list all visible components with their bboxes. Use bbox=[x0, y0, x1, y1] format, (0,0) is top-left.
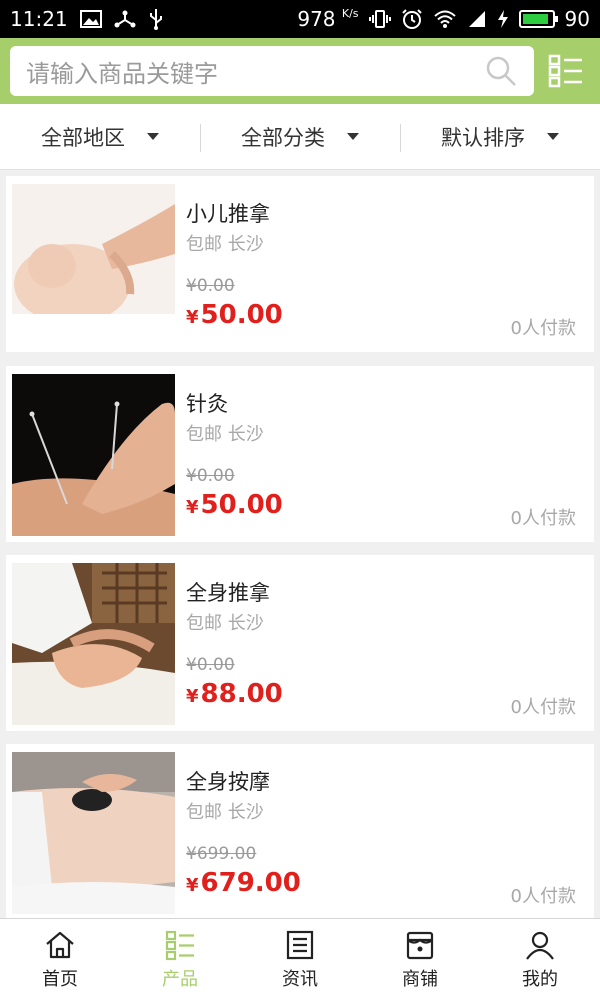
alarm-icon bbox=[401, 8, 423, 30]
nav-mine[interactable]: 我的 bbox=[480, 919, 600, 1000]
product-card[interactable]: 全身推拿 包邮 长沙 ¥0.00 ¥88.00 0人付款 bbox=[6, 555, 594, 731]
filter-category-label: 全部分类 bbox=[241, 125, 325, 150]
filter-category[interactable]: 全部分类 bbox=[200, 104, 400, 169]
product-price: ¥50.00 bbox=[186, 300, 283, 330]
product-name: 全身推拿 bbox=[186, 581, 270, 605]
body-massage-photo[interactable] bbox=[12, 563, 175, 725]
image-icon bbox=[79, 10, 102, 28]
4g-signal-icon bbox=[467, 9, 487, 29]
product-name: 全身按摩 bbox=[186, 770, 270, 794]
product-price: ¥679.00 bbox=[186, 868, 301, 898]
nav-home-label: 首页 bbox=[42, 968, 78, 990]
nav-products[interactable]: 产品 bbox=[120, 919, 240, 1000]
payment-count: 0人付款 bbox=[510, 697, 576, 718]
filter-sort[interactable]: 默认排序 bbox=[400, 104, 600, 169]
nav-news[interactable]: 资讯 bbox=[240, 919, 360, 1000]
search-placeholder: 请输入商品关键字 bbox=[26, 59, 218, 88]
search-input[interactable]: 请输入商品关键字 bbox=[10, 46, 534, 96]
original-price: ¥0.00 bbox=[186, 276, 235, 296]
filter-region-label: 全部地区 bbox=[41, 125, 125, 150]
nav-mine-label: 我的 bbox=[522, 968, 558, 990]
status-bar: 11:21 978 K/s 90 bbox=[0, 0, 600, 38]
original-price: ¥699.00 bbox=[186, 844, 257, 864]
news-icon bbox=[286, 930, 314, 959]
usb-icon bbox=[148, 8, 164, 30]
product-card[interactable]: 小儿推拿 包邮 长沙 ¥0.00 ¥50.00 0人付款 bbox=[6, 176, 594, 352]
product-meta: 包邮 长沙 bbox=[186, 424, 264, 445]
nav-news-label: 资讯 bbox=[282, 968, 318, 990]
payment-count: 0人付款 bbox=[510, 508, 576, 529]
nav-home[interactable]: 首页 bbox=[0, 919, 120, 1000]
product-card[interactable]: 针灸 包邮 长沙 ¥0.00 ¥50.00 0人付款 bbox=[6, 366, 594, 542]
shop-icon bbox=[406, 931, 434, 959]
search-icon[interactable] bbox=[484, 54, 518, 88]
product-card[interactable]: 全身按摩 包邮 长沙 ¥699.00 ¥679.00 0人付款 bbox=[6, 744, 594, 920]
product-name: 小儿推拿 bbox=[186, 202, 270, 226]
battery-icon bbox=[518, 10, 558, 28]
payment-count: 0人付款 bbox=[510, 886, 576, 907]
original-price: ¥0.00 bbox=[186, 655, 235, 675]
status-time: 11:21 bbox=[10, 7, 68, 31]
filter-bar: 全部地区 全部分类 默认排序 bbox=[0, 104, 600, 170]
product-list-icon bbox=[165, 930, 194, 960]
product-meta: 包邮 长沙 bbox=[186, 613, 264, 634]
search-area: 请输入商品关键字 bbox=[0, 38, 600, 104]
product-price: ¥50.00 bbox=[186, 490, 283, 520]
battery-level: 90 bbox=[564, 7, 590, 31]
vibrate-icon bbox=[368, 9, 391, 29]
wifi-icon bbox=[433, 9, 457, 29]
grid-list-icon[interactable] bbox=[548, 54, 584, 88]
user-icon bbox=[526, 931, 554, 960]
nav-products-label: 产品 bbox=[162, 968, 198, 990]
product-meta: 包邮 长沙 bbox=[186, 802, 264, 823]
nav-shop-label: 商铺 bbox=[402, 968, 438, 990]
home-icon bbox=[46, 931, 74, 958]
stone-massage-photo[interactable] bbox=[12, 752, 175, 914]
bottom-nav: 首页 产品 资讯 商铺 我的 bbox=[0, 918, 600, 1000]
usb-share-icon bbox=[114, 9, 136, 29]
product-price: ¥88.00 bbox=[186, 679, 283, 709]
product-meta: 包邮 长沙 bbox=[186, 234, 264, 255]
caret-down-icon bbox=[147, 133, 159, 140]
filter-sort-label: 默认排序 bbox=[441, 125, 525, 150]
acupuncture-photo[interactable] bbox=[12, 374, 175, 536]
baby-massage-photo[interactable] bbox=[12, 184, 175, 346]
filter-region[interactable]: 全部地区 bbox=[0, 104, 200, 169]
caret-down-icon bbox=[347, 133, 359, 140]
nav-shop[interactable]: 商铺 bbox=[360, 919, 480, 1000]
caret-down-icon bbox=[547, 133, 559, 140]
charging-icon bbox=[497, 9, 509, 29]
payment-count: 0人付款 bbox=[510, 318, 576, 339]
product-name: 针灸 bbox=[186, 392, 228, 416]
original-price: ¥0.00 bbox=[186, 466, 235, 486]
network-speed: 978 K/s bbox=[297, 7, 359, 31]
